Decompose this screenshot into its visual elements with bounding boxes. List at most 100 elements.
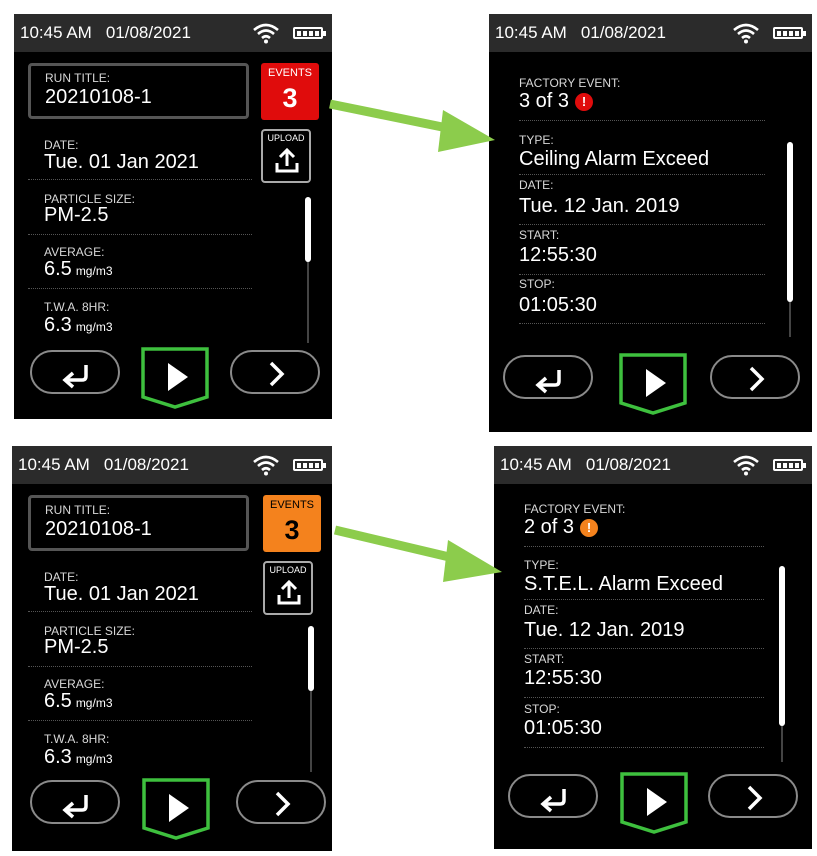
wifi-icon [733,23,759,44]
date-value: Tue. 01 Jan 2021 [44,583,199,605]
divider [28,179,252,180]
event-type-value: S.T.E.L. Alarm Exceed [524,573,723,595]
average-label: AVERAGE: [44,677,105,691]
exclamation-icon: ! [575,92,594,111]
next-button[interactable] [236,780,326,824]
chevron-right-icon [749,366,765,392]
return-arrow-icon [62,365,88,389]
divider [524,599,764,600]
upload-icon [277,580,301,605]
start-value: 12:55:30 [524,667,602,689]
upload-icon [275,148,299,173]
battery-icon [293,459,326,471]
status-bar: 10:45 AM 01/08/2021 [494,446,812,484]
back-button[interactable] [30,780,120,824]
scrollbar-thumb[interactable] [305,197,311,262]
play-button[interactable] [140,776,212,842]
scrollbar-thumb[interactable] [779,566,785,726]
run-title-box: RUN TITLE: 20210108-1 [28,495,249,551]
wifi-icon [733,455,759,476]
event-type-value: Ceiling Alarm Exceed [519,148,710,170]
next-button[interactable] [710,355,800,399]
play-icon [141,347,209,409]
date-label: DATE: [44,138,79,152]
scrollbar-thumb[interactable] [308,626,314,691]
run-summary-screen-top: 10:45 AM 01/08/2021 RUN TITLE: 20210108-… [14,14,332,419]
play-icon [619,353,687,415]
events-count: 3 [284,515,300,545]
upload-button[interactable]: UPLOAD [263,561,313,615]
average-label: AVERAGE: [44,245,105,259]
type-label: TYPE: [519,133,554,147]
chevron-right-icon [269,361,285,387]
battery-icon [773,459,806,471]
stop-value: 01:05:30 [519,294,597,316]
type-label: TYPE: [524,558,559,572]
status-bar: 10:45 AM 01/08/2021 [489,14,812,52]
events-button[interactable]: EVENTS 3 [263,495,321,552]
flow-arrow-top [329,99,495,152]
next-button[interactable] [230,350,320,394]
event-date-value: Tue. 12 Jan. 2019 [519,195,680,217]
average-value: 6.5 mg/m3 [44,690,113,712]
divider [524,747,764,748]
divider [519,224,765,225]
factory-event-label: FACTORY EVENT: [524,502,626,516]
run-title-label: RUN TITLE: [45,71,111,85]
scrollbar-thumb[interactable] [787,142,793,302]
divider [519,120,765,121]
divider [28,611,252,612]
factory-event-label: FACTORY EVENT: [519,76,621,90]
run-title-value: 20210108-1 [45,518,152,540]
stop-value: 01:05:30 [524,717,602,739]
unit-label: mg/m3 [75,752,113,766]
exclamation-icon: ! [580,518,599,537]
start-value: 12:55:30 [519,244,597,266]
events-label: EVENTS [269,499,314,511]
chevron-right-icon [275,791,291,817]
return-arrow-icon [535,370,561,394]
play-button[interactable] [139,345,211,411]
twa-value: 6.3 mg/m3 [44,746,113,768]
upload-button[interactable]: UPLOAD [261,129,311,183]
date-value: Tue. 01 Jan 2021 [44,151,199,173]
status-bar: 10:45 AM 01/08/2021 [14,14,332,52]
chevron-right-icon [747,785,763,811]
divider [524,546,764,547]
divider [28,234,252,235]
status-date: 01/08/2021 [105,23,191,42]
battery-icon [773,27,806,39]
battery-icon [293,27,326,39]
unit-label: mg/m3 [75,264,113,278]
particle-size-value: PM-2.5 [44,636,109,658]
particle-size-value: PM-2.5 [44,204,109,226]
unit-label: mg/m3 [75,696,113,710]
events-button[interactable]: EVENTS 3 [261,63,319,120]
return-arrow-icon [62,795,88,819]
return-arrow-icon [540,789,566,813]
back-button[interactable] [503,355,593,399]
average-value: 6.5 mg/m3 [44,258,113,280]
divider [524,697,764,698]
twa-label: T.W.A. 8HR: [44,732,110,746]
status-time: 10:45 AM [20,23,92,42]
play-icon [620,772,688,834]
divider [519,274,765,275]
play-button[interactable] [618,770,690,836]
back-button[interactable] [30,350,120,394]
play-button[interactable] [617,351,689,417]
wifi-icon [253,455,279,476]
event-counter: 2 of 3! [524,516,599,539]
back-button[interactable] [508,774,598,818]
run-title-value: 20210108-1 [45,86,152,108]
twa-value: 6.3 mg/m3 [44,314,113,336]
status-time: 10:45 AM [495,23,567,42]
divider [28,288,252,289]
upload-label: UPLOAD [267,133,305,143]
event-detail-screen-bottom: 10:45 AM 01/08/2021 FACTORY EVENT: 2 of … [494,446,812,849]
status-date: 01/08/2021 [103,455,189,474]
twa-label: T.W.A. 8HR: [44,300,110,314]
divider [28,666,252,667]
run-title-label: RUN TITLE: [45,503,111,517]
next-button[interactable] [708,774,798,818]
